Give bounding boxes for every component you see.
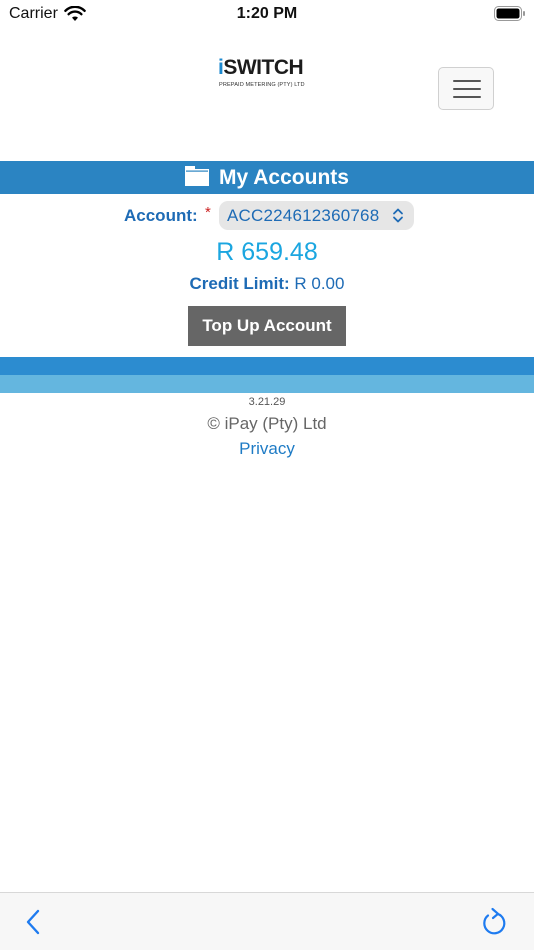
account-select-value: ACC224612360768: [227, 206, 380, 225]
account-row: Account: * ACC224612360768: [0, 201, 534, 231]
logo-tagline: PREPAID METERING (PTY) LTD: [219, 82, 305, 88]
select-chevrons-icon: [393, 208, 403, 223]
iswitch-logo: iSWITCH PREPAID METERING (PTY) LTD: [218, 54, 318, 94]
page-title: My Accounts: [219, 166, 349, 189]
hamburger-menu-button[interactable]: [438, 67, 494, 110]
reload-icon[interactable]: [479, 907, 507, 937]
section-title-band: My Accounts: [0, 161, 534, 194]
copyright-text: © iPay (Pty) Ltd: [207, 414, 327, 433]
account-balance: R 659.48: [216, 238, 318, 266]
folder-icon: [185, 165, 210, 186]
required-mark: *: [205, 204, 211, 221]
top-up-account-button[interactable]: Top Up Account: [188, 306, 346, 346]
account-label: Account:: [124, 206, 198, 225]
back-icon[interactable]: [24, 908, 44, 936]
divider-stripe-light: [0, 375, 534, 393]
credit-limit-label: Credit Limit:: [189, 274, 290, 293]
divider-stripe-dark: [0, 357, 534, 375]
bottom-toolbar: [0, 892, 534, 950]
credit-limit: Credit Limit: R 0.00: [0, 274, 534, 294]
clock: 1:20 PM: [236, 5, 298, 22]
app-version: 3.21.29: [248, 396, 286, 408]
status-bar: Carrier 1:20 PM: [0, 0, 534, 30]
credit-limit-value: R 0.00: [289, 274, 345, 293]
account-select[interactable]: ACC224612360768: [219, 201, 414, 230]
battery-icon: [494, 6, 525, 21]
logo-wordmark: iSWITCH: [218, 56, 304, 79]
privacy-link[interactable]: Privacy: [0, 439, 534, 459]
